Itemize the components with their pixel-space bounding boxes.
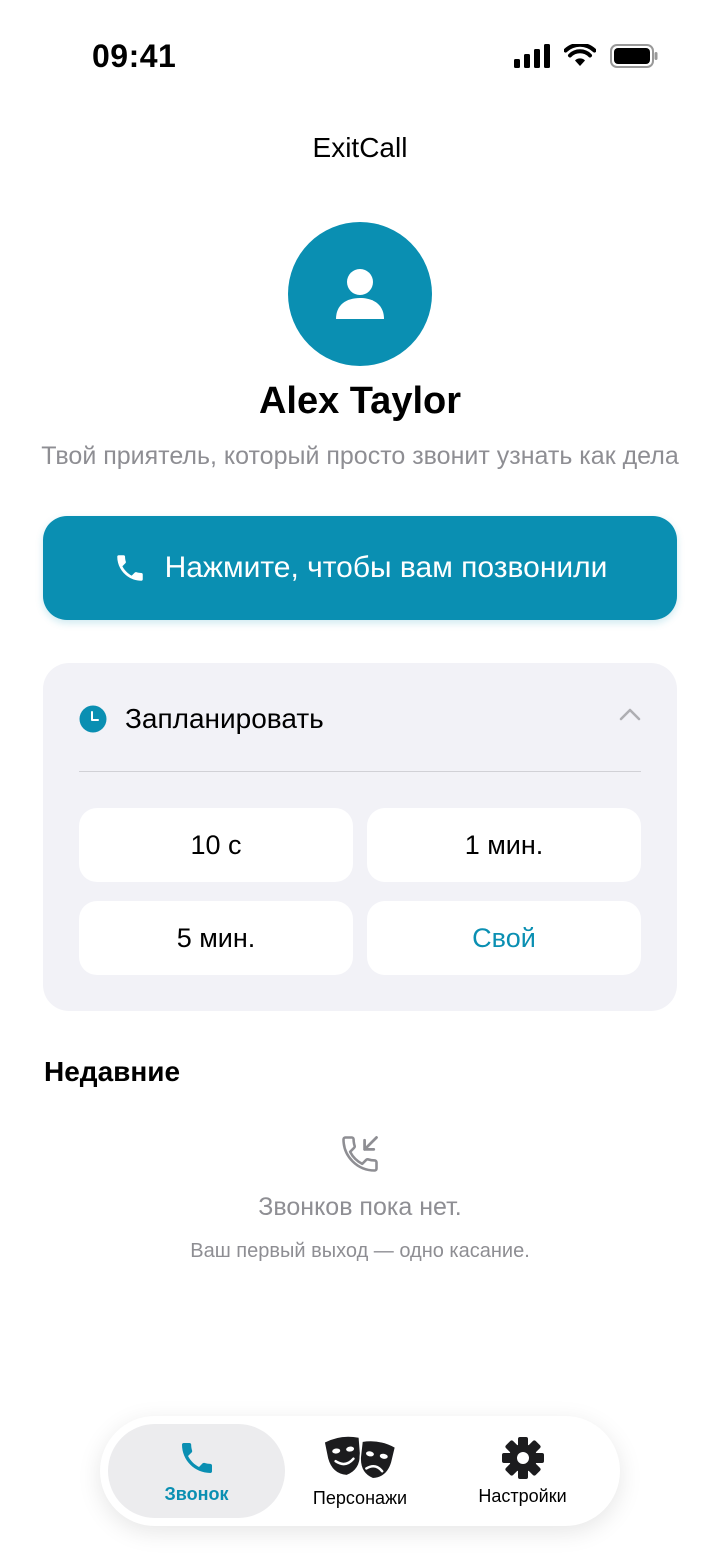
- cellular-signal-icon: [514, 44, 550, 68]
- tab-call[interactable]: Звонок: [108, 1424, 285, 1518]
- avatar: [288, 222, 432, 366]
- wifi-icon: [564, 44, 596, 66]
- gear-icon: [501, 1436, 544, 1479]
- schedule-card: Запланировать 10 с 1 мин. 5 мин. Свой: [43, 663, 677, 1011]
- empty-state-title: Звонков пока нет.: [258, 1193, 462, 1221]
- call-me-button-label: Нажмите, чтобы вам позвонили: [164, 551, 608, 584]
- phone-icon: [181, 1442, 212, 1473]
- phone-icon: [116, 555, 143, 581]
- contact-name: Alex Taylor: [258, 380, 462, 422]
- status-time: 09:41: [92, 38, 177, 74]
- app-title: ExitCall: [312, 132, 408, 163]
- person-icon: [336, 269, 384, 319]
- incoming-call-icon: [342, 1136, 378, 1172]
- schedule-option-5min[interactable]: 5 мин.: [79, 901, 353, 975]
- battery-icon: [610, 44, 658, 68]
- theater-masks-icon: [324, 1436, 396, 1479]
- status-icons: [514, 44, 658, 68]
- tab-settings[interactable]: Настройки: [445, 1424, 600, 1518]
- contact-description: Твой приятель, который просто звонит узн…: [41, 442, 679, 470]
- clock-icon: [79, 705, 107, 733]
- tab-settings-label: Настройки: [478, 1485, 567, 1506]
- schedule-option-1min[interactable]: 1 мин.: [367, 808, 641, 882]
- schedule-title: Запланировать: [125, 703, 324, 734]
- schedule-option-custom[interactable]: Свой: [367, 901, 641, 975]
- status-bar: 09:41: [0, 0, 720, 110]
- schedule-header[interactable]: Запланировать: [79, 693, 641, 745]
- empty-state-subtitle: Ваш первый выход — одно касание.: [190, 1240, 530, 1262]
- tab-bar: Звонок Персонажи Настройки: [100, 1416, 620, 1526]
- recent-section-title: Недавние: [44, 1056, 181, 1087]
- tab-characters-label: Персонажи: [312, 1487, 408, 1508]
- tab-call-label: Звонок: [164, 1483, 229, 1504]
- call-me-button[interactable]: Нажмите, чтобы вам позвонили: [43, 516, 677, 620]
- schedule-option-10s[interactable]: 10 с: [79, 808, 353, 882]
- chevron-up-icon[interactable]: [619, 707, 641, 721]
- tab-characters[interactable]: Персонажи: [285, 1424, 435, 1518]
- schedule-divider: [79, 771, 641, 772]
